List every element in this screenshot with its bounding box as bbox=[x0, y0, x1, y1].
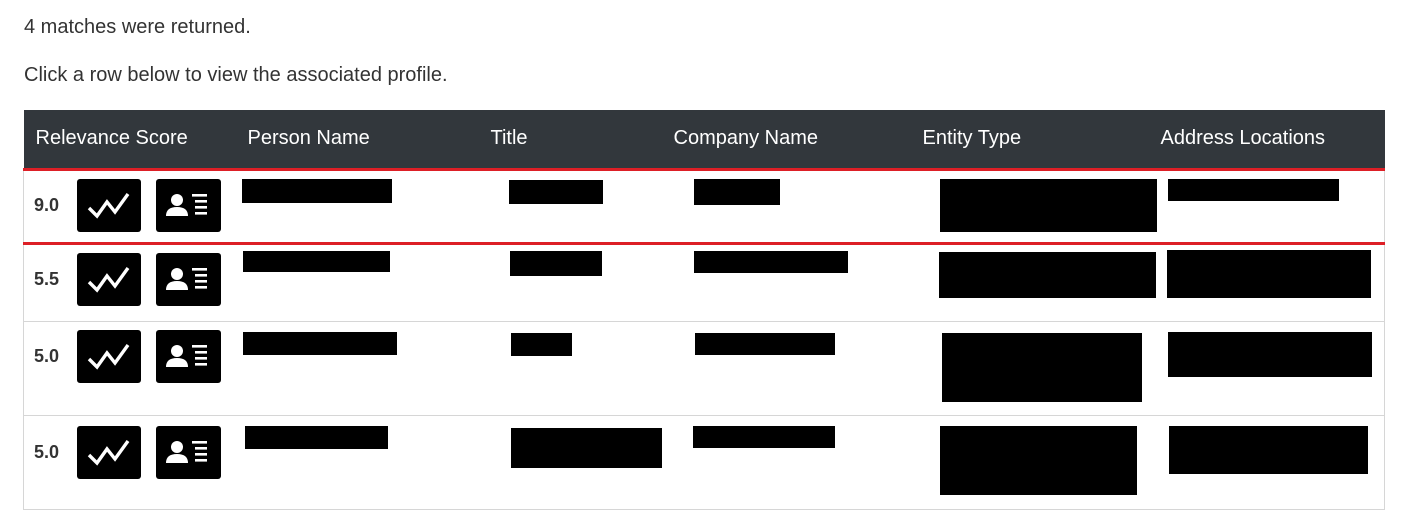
address-locations-cell bbox=[1148, 415, 1385, 510]
header-relevance-score: Relevance Score bbox=[23, 110, 236, 169]
instruction-text: Click a row below to view the associated… bbox=[24, 64, 448, 86]
table-row[interactable]: 9.0 bbox=[23, 167, 1385, 245]
redacted-entity-type bbox=[938, 251, 1156, 298]
redacted-entity-type bbox=[939, 425, 1137, 495]
redacted-address bbox=[1167, 178, 1339, 201]
results-table: Relevance Score Person Name Title Compan… bbox=[23, 110, 1385, 510]
line-chart-icon bbox=[87, 193, 130, 219]
header-title: Title bbox=[478, 110, 662, 169]
match-count-text: 4 matches were returned. bbox=[24, 16, 251, 38]
redacted-title bbox=[508, 179, 603, 204]
relevance-cell: 5.0 bbox=[23, 415, 236, 510]
redacted-title bbox=[509, 250, 602, 276]
relevance-cell: 5.0 bbox=[23, 321, 236, 416]
redacted-address bbox=[1168, 425, 1368, 474]
relevance-cell: 9.0 bbox=[23, 167, 236, 245]
redacted-person-name bbox=[242, 250, 390, 272]
relevance-score: 9.0 bbox=[34, 194, 60, 215]
header-address-locations: Address Locations bbox=[1148, 110, 1385, 169]
header-entity-type: Entity Type bbox=[910, 110, 1149, 169]
relevance-score: 5.0 bbox=[34, 345, 60, 366]
redacted-entity-type bbox=[941, 332, 1142, 402]
header-company-name: Company Name bbox=[661, 110, 911, 169]
address-locations-cell bbox=[1148, 167, 1385, 245]
line-chart-button[interactable] bbox=[76, 329, 142, 383]
redacted-address bbox=[1166, 249, 1371, 298]
profile-card-button[interactable] bbox=[156, 329, 221, 383]
person-name-cell bbox=[235, 243, 479, 322]
profile-card-icon bbox=[166, 441, 208, 463]
title-cell bbox=[478, 167, 662, 245]
header-person-name: Person Name bbox=[235, 110, 479, 169]
profile-card-button[interactable] bbox=[156, 252, 221, 306]
relevance-cell: 5.5 bbox=[23, 243, 236, 322]
redacted-entity-type bbox=[939, 178, 1157, 232]
profile-card-button[interactable] bbox=[156, 178, 221, 232]
line-chart-button[interactable] bbox=[76, 178, 142, 232]
redacted-address bbox=[1167, 331, 1372, 377]
redacted-company-name bbox=[693, 250, 848, 273]
table-row[interactable]: 5.0 bbox=[23, 415, 1385, 510]
redacted-person-name bbox=[244, 425, 388, 449]
line-chart-button[interactable] bbox=[76, 252, 142, 306]
company-name-cell bbox=[661, 167, 911, 245]
redacted-company-name bbox=[694, 332, 835, 355]
entity-type-cell bbox=[910, 321, 1149, 416]
address-locations-cell bbox=[1148, 243, 1385, 322]
redacted-company-name bbox=[693, 178, 780, 205]
person-name-cell bbox=[235, 321, 479, 416]
entity-type-cell bbox=[910, 167, 1157, 245]
person-name-cell bbox=[235, 415, 479, 510]
redacted-person-name bbox=[242, 331, 397, 355]
line-chart-icon bbox=[87, 440, 130, 466]
entity-type-cell bbox=[910, 243, 1156, 322]
relevance-score: 5.5 bbox=[34, 268, 60, 289]
title-cell bbox=[478, 415, 662, 510]
company-name-cell bbox=[661, 321, 911, 416]
profile-card-icon bbox=[166, 194, 208, 216]
entity-type-cell bbox=[910, 415, 1149, 510]
line-chart-button[interactable] bbox=[76, 425, 142, 479]
address-locations-cell bbox=[1148, 321, 1385, 416]
table-row[interactable]: 5.0 bbox=[23, 321, 1385, 416]
redacted-title bbox=[510, 427, 662, 468]
company-name-cell bbox=[661, 243, 911, 322]
table-header-row: Relevance Score Person Name Title Compan… bbox=[23, 110, 1385, 169]
profile-card-button[interactable] bbox=[156, 425, 221, 479]
title-cell bbox=[478, 243, 662, 322]
profile-card-icon bbox=[166, 345, 208, 367]
redacted-person-name bbox=[241, 178, 392, 203]
title-cell bbox=[478, 321, 662, 416]
redacted-title bbox=[510, 332, 572, 356]
person-name-cell bbox=[235, 167, 479, 245]
redacted-company-name bbox=[692, 425, 835, 448]
line-chart-icon bbox=[87, 344, 130, 370]
relevance-score: 5.0 bbox=[34, 441, 60, 462]
line-chart-icon bbox=[87, 267, 130, 293]
profile-card-icon bbox=[166, 268, 208, 290]
table-row[interactable]: 5.5 bbox=[23, 243, 1385, 322]
company-name-cell bbox=[661, 415, 911, 510]
